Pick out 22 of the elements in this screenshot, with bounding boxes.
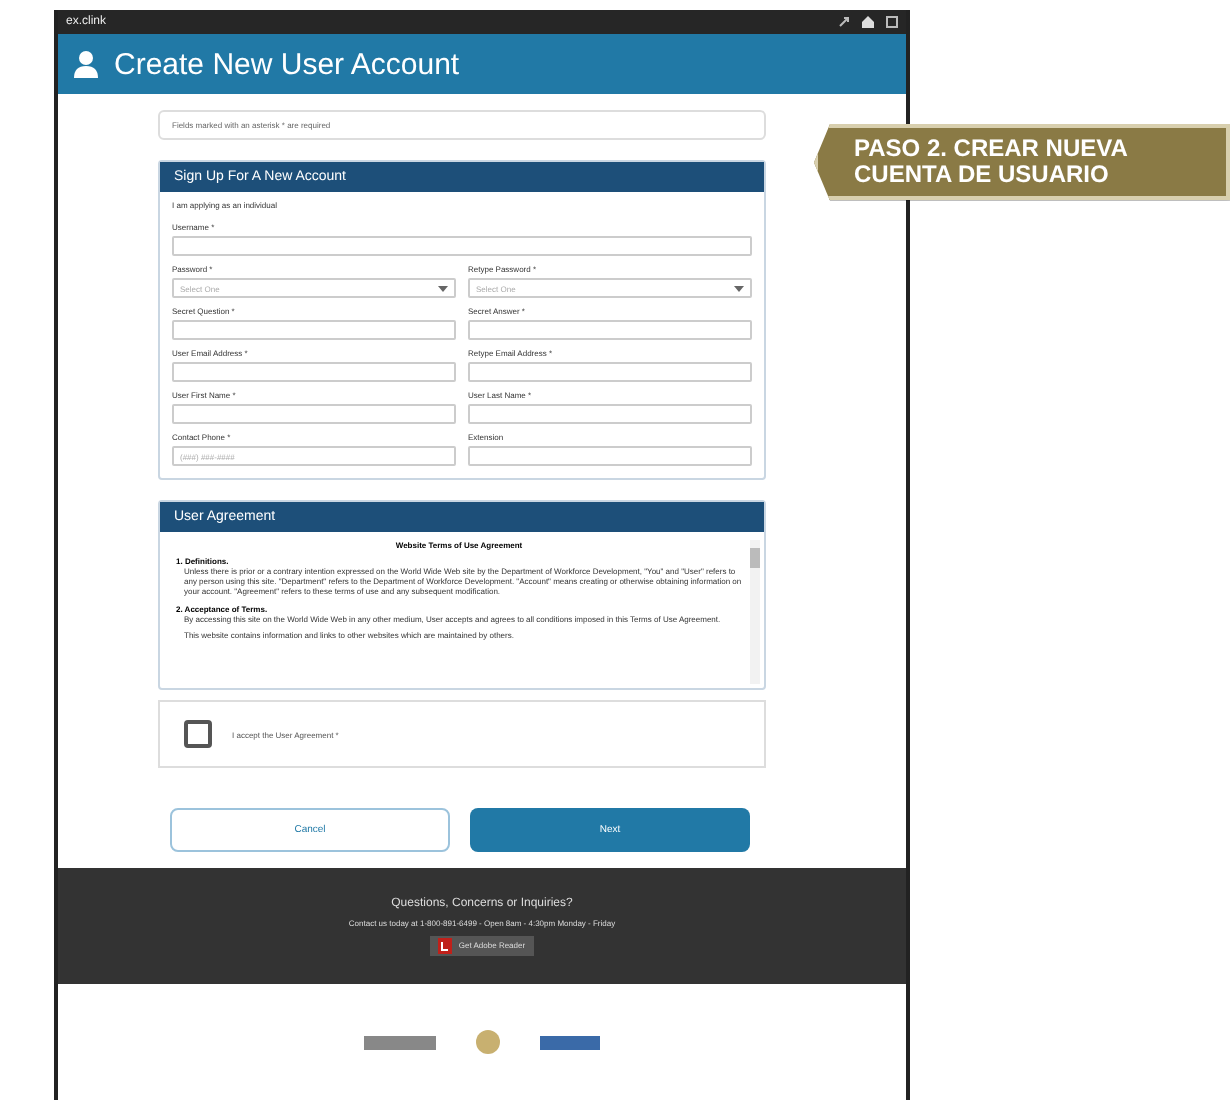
page-title: Create New User Account xyxy=(114,47,460,81)
caret-icon xyxy=(438,285,448,291)
document-icon xyxy=(438,937,453,953)
input-field[interactable] xyxy=(172,362,456,382)
logo-placeholder xyxy=(364,1035,436,1049)
input-field[interactable] xyxy=(172,236,752,256)
home-icon[interactable] xyxy=(862,16,874,28)
input-field[interactable] xyxy=(468,404,752,424)
scrollbar[interactable] xyxy=(750,540,760,684)
step-banner: PASO 2. CREAR NUEVA CUENTA DE USUARIO xyxy=(814,124,1230,201)
logo-placeholder xyxy=(540,1035,600,1049)
window-icon[interactable] xyxy=(886,16,898,28)
user-icon xyxy=(74,50,98,78)
caret-icon xyxy=(734,285,744,291)
accept-checkbox[interactable] xyxy=(184,720,212,748)
seal-icon xyxy=(476,1030,500,1054)
share-icon[interactable] xyxy=(838,16,850,28)
input-field[interactable] xyxy=(172,404,456,424)
input-field[interactable] xyxy=(468,446,752,466)
input-field[interactable] xyxy=(172,320,456,340)
input-field[interactable] xyxy=(468,362,752,382)
input-field[interactable] xyxy=(468,320,752,340)
